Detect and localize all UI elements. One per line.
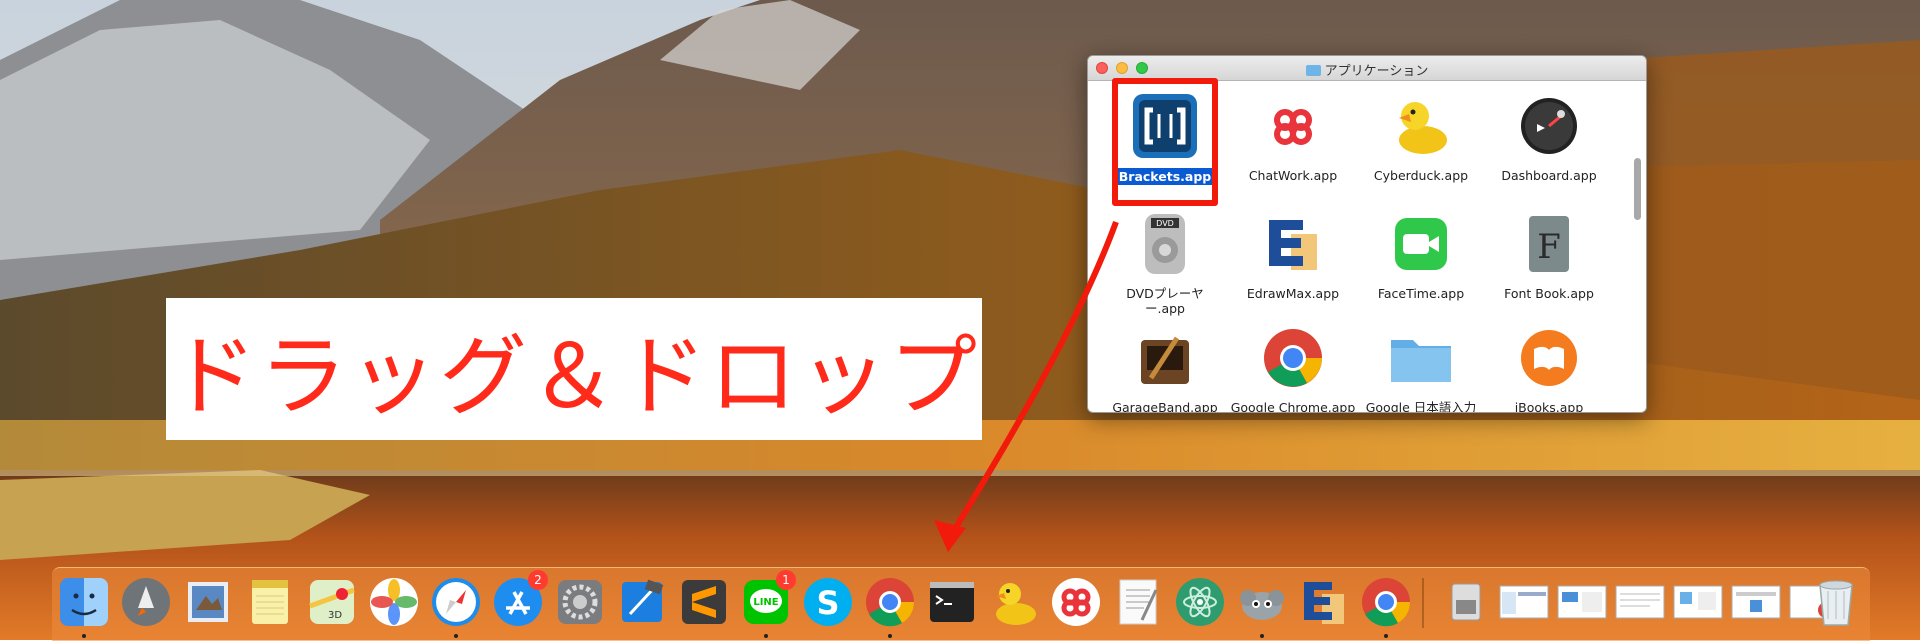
terminal-icon bbox=[930, 582, 974, 622]
dock-atom[interactable] bbox=[1174, 576, 1226, 628]
svg-text:3D: 3D bbox=[328, 610, 342, 621]
chrome-icon bbox=[1362, 578, 1411, 627]
finder-icon bbox=[60, 578, 108, 626]
window-thumbnail-icon bbox=[1615, 585, 1665, 619]
dock-system-preferences[interactable] bbox=[554, 576, 606, 628]
system-preferences-icon bbox=[558, 580, 602, 624]
dock-minimized-window-3[interactable] bbox=[1614, 576, 1666, 628]
skype-icon: S bbox=[804, 578, 852, 626]
dock-launchpad[interactable] bbox=[120, 576, 172, 628]
window-thumbnail-icon bbox=[1731, 585, 1781, 619]
dock-cyberduck[interactable] bbox=[988, 576, 1040, 628]
dock-sequel-pro[interactable] bbox=[1236, 576, 1288, 638]
maps-icon: 3D bbox=[309, 580, 355, 624]
sequel-pro-icon bbox=[1240, 590, 1284, 620]
dock-edrawmax[interactable] bbox=[1298, 576, 1350, 628]
downloads-stack-icon bbox=[1451, 583, 1481, 621]
svg-text:LINE: LINE bbox=[753, 597, 778, 608]
svg-text:S: S bbox=[816, 584, 839, 622]
line-badge: 1 bbox=[776, 570, 796, 590]
atom-icon bbox=[1176, 578, 1224, 626]
app-store-badge: 2 bbox=[528, 570, 548, 590]
dock-terminal[interactable] bbox=[926, 576, 978, 628]
window-thumbnail-icon bbox=[1673, 585, 1723, 619]
dock-app-store[interactable]: 2 bbox=[492, 570, 548, 628]
edrawmax-icon bbox=[1304, 582, 1344, 624]
window-thumbnail-icon bbox=[1557, 585, 1607, 619]
dock-chrome-2[interactable] bbox=[1360, 576, 1412, 638]
dock-chatwork[interactable] bbox=[1050, 576, 1102, 628]
dock-chrome[interactable] bbox=[864, 576, 916, 638]
dock-minimized-window-5[interactable] bbox=[1730, 576, 1782, 628]
dock-line[interactable]: LINE 1 bbox=[740, 570, 796, 638]
textedit-icon bbox=[1119, 579, 1158, 625]
drag-drop-caption: ドラッグ＆ドロップ bbox=[166, 298, 982, 440]
dock-textedit[interactable] bbox=[1112, 576, 1164, 628]
photos-icon bbox=[370, 578, 418, 626]
dock-skype[interactable]: S bbox=[802, 576, 854, 628]
dock-minimized-window-1[interactable] bbox=[1498, 576, 1550, 628]
dock-sublime-text[interactable] bbox=[678, 576, 730, 628]
trash-icon[interactable] bbox=[1810, 575, 1862, 627]
dock-xcode[interactable] bbox=[616, 576, 668, 628]
dock-mail[interactable] bbox=[182, 576, 234, 628]
dock-minimized-window-4[interactable] bbox=[1672, 576, 1724, 628]
dock: 3D 2 LINE 1 S bbox=[52, 567, 1870, 641]
sublime-text-icon bbox=[682, 580, 726, 624]
dock-separator bbox=[1422, 578, 1424, 628]
dock-downloads-stack[interactable] bbox=[1440, 576, 1492, 628]
dock-finder[interactable] bbox=[58, 576, 110, 638]
safari-icon bbox=[432, 578, 480, 626]
dock-maps[interactable]: 3D bbox=[306, 576, 358, 628]
xcode-icon bbox=[622, 579, 664, 622]
caption-text: ドラッグ＆ドロップ bbox=[168, 324, 979, 428]
mail-icon bbox=[188, 582, 228, 622]
dock-minimized-window-2[interactable] bbox=[1556, 576, 1608, 628]
launchpad-icon bbox=[122, 578, 170, 626]
notes-icon bbox=[252, 580, 288, 624]
window-thumbnail-icon bbox=[1499, 585, 1549, 619]
dock-safari[interactable] bbox=[430, 576, 482, 638]
chrome-icon bbox=[866, 578, 915, 627]
dock-photos[interactable] bbox=[368, 576, 420, 628]
cyberduck-icon bbox=[996, 583, 1036, 625]
dock-notes[interactable] bbox=[244, 576, 296, 628]
chatwork-icon bbox=[1052, 578, 1100, 626]
